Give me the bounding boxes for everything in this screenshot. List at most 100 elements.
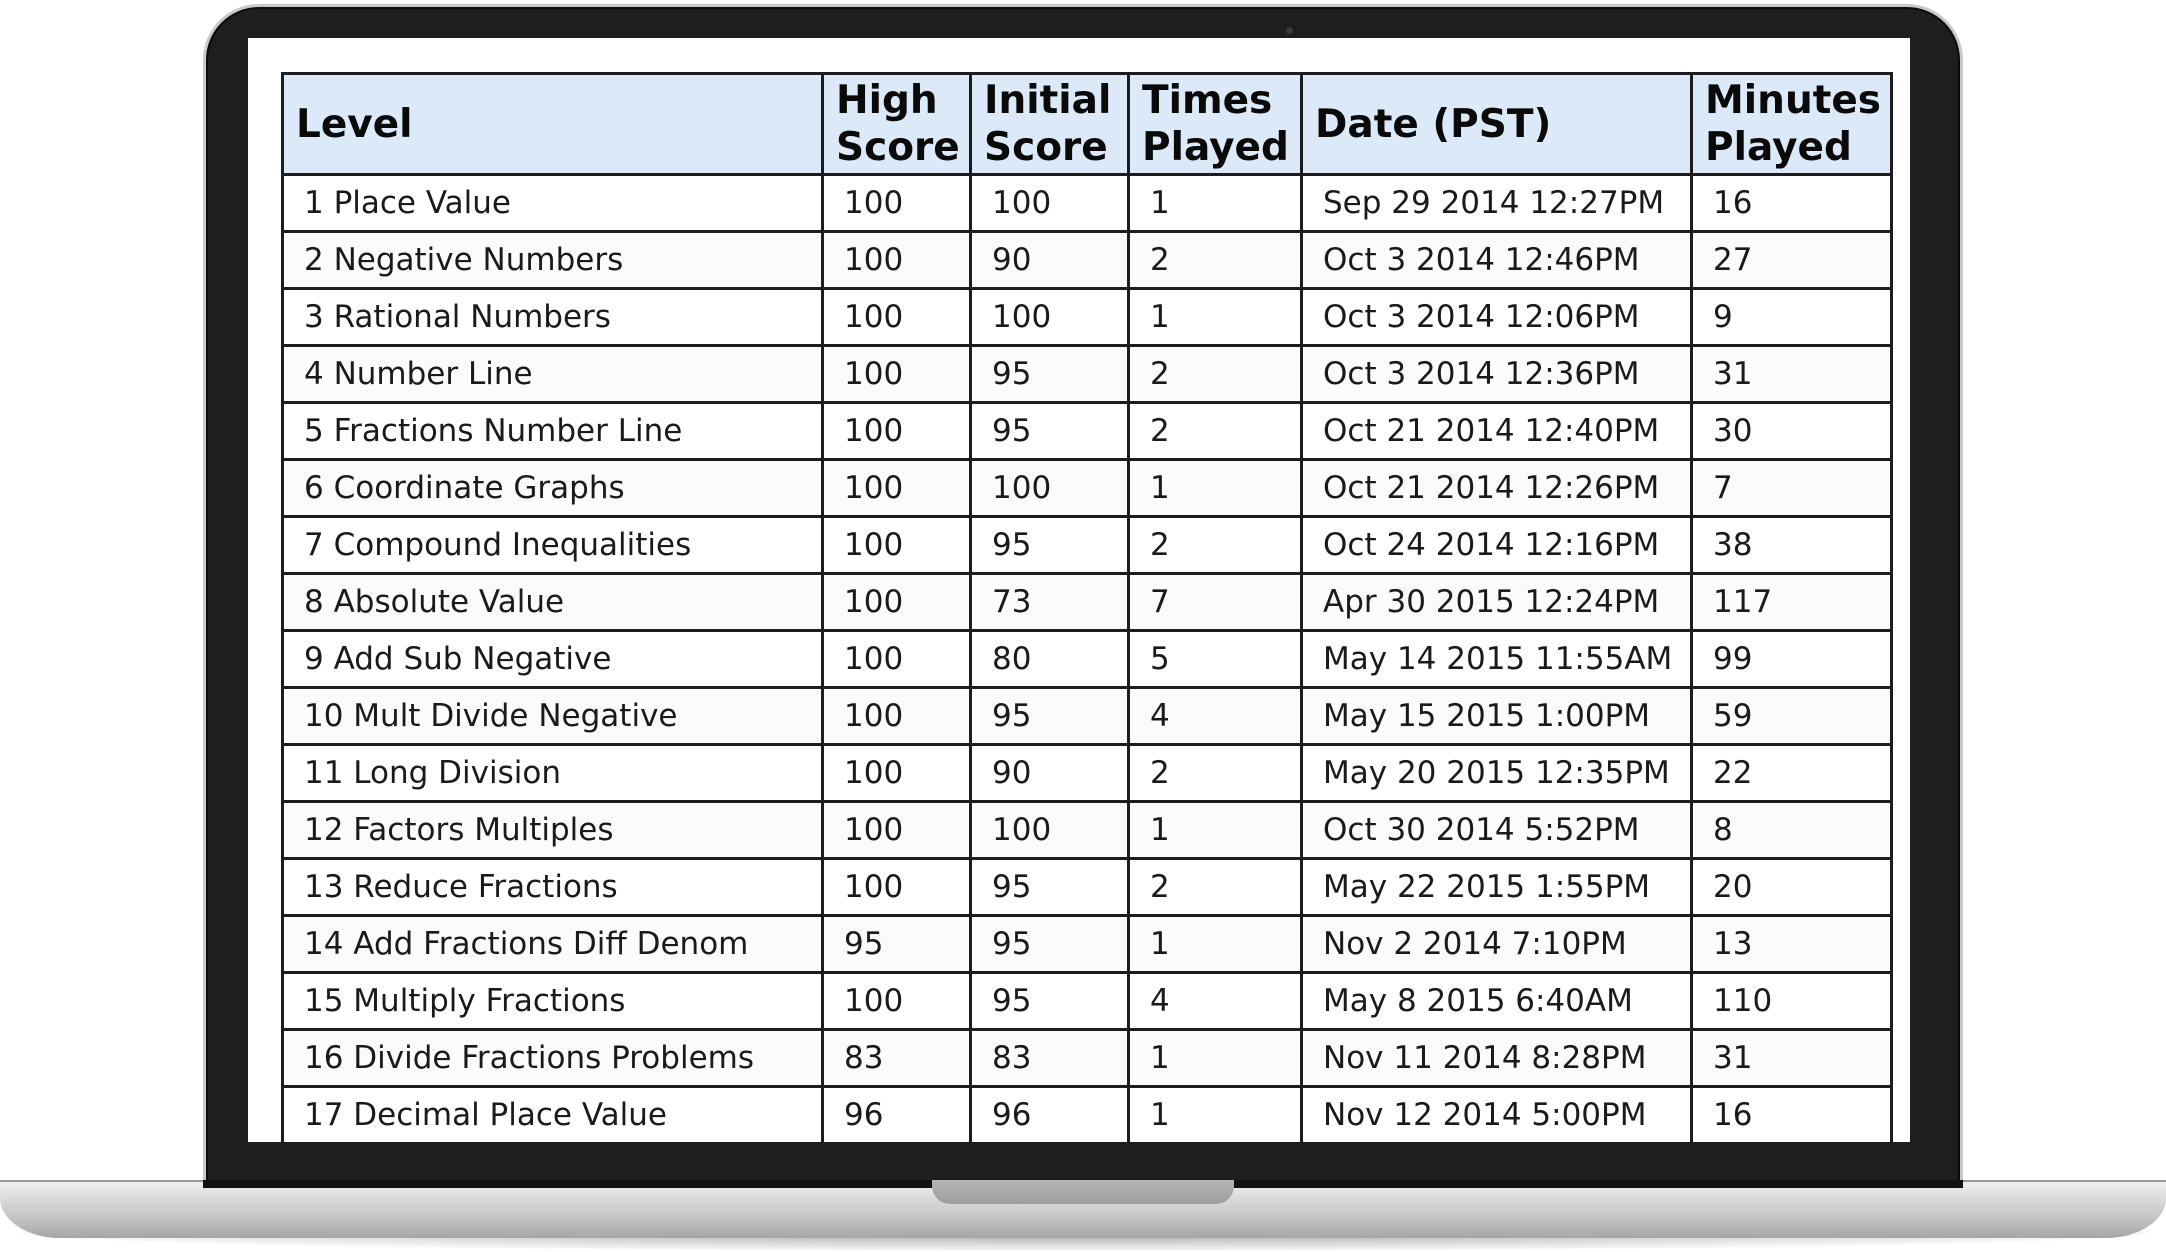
cell-date: Oct 21 2014 12:40PM — [1300, 401, 1693, 461]
cell-minutes-played: 16 — [1690, 173, 1893, 233]
cell-minutes-played: 16 — [1690, 1085, 1893, 1145]
cell-times-played: 2 — [1127, 344, 1303, 404]
laptop-notch — [932, 1180, 1234, 1204]
table-row: 4 Number Line 100 95 2 Oct 3 2014 12:36PM 31 — [281, 344, 1893, 404]
cell-level: 1 Place Value — [281, 173, 824, 233]
table-row: 8 Absolute Value 100 73 7 Apr 30 2015 12:24P… — [281, 572, 1893, 632]
cell-times-played: 1 — [1127, 914, 1303, 974]
cell-level: 8 Absolute Value — [281, 572, 824, 632]
cell-level: 2 Negative Numbers — [281, 230, 824, 290]
column-header-level[interactable]: Level — [281, 72, 824, 176]
cell-minutes-played: 13 — [1690, 914, 1893, 974]
cell-high-score: 100 — [821, 515, 972, 575]
cell-initial-score: 83 — [969, 1028, 1130, 1088]
table-row: 6 Coordinate Graphs 100 100 1 Oct 21 2014 12… — [281, 458, 1893, 518]
cell-initial-score: 100 — [969, 800, 1130, 860]
cell-high-score: 100 — [821, 857, 972, 917]
cell-minutes-played: 110 — [1690, 971, 1893, 1031]
table-row: 15 Multiply Fractions 100 95 4 May 8 2015 6:… — [281, 971, 1893, 1031]
cell-initial-score: 95 — [969, 344, 1130, 404]
table-row: 2 Negative Numbers 100 90 2 Oct 3 2014 12:46… — [281, 230, 1893, 290]
cell-times-played: 2 — [1127, 230, 1303, 290]
cell-level: 13 Reduce Fractions — [281, 857, 824, 917]
table-row: 9 Add Sub Negative 100 80 5 May 14 2015 11:5… — [281, 629, 1893, 689]
cell-high-score: 100 — [821, 344, 972, 404]
cell-level: 9 Add Sub Negative — [281, 629, 824, 689]
cell-minutes-played: 22 — [1690, 743, 1893, 803]
table-row: 7 Compound Inequalities 100 95 2 Oct 24 2014… — [281, 515, 1893, 575]
cell-minutes-played: 117 — [1690, 572, 1893, 632]
cell-high-score: 100 — [821, 971, 972, 1031]
cell-level: 16 Divide Fractions Problems — [281, 1028, 824, 1088]
column-header-minutes-played[interactable]: Minutes Played — [1690, 72, 1893, 176]
cell-high-score: 96 — [821, 1085, 972, 1145]
cell-times-played: 7 — [1127, 572, 1303, 632]
cell-level: 14 Add Fractions Diff Denom — [281, 914, 824, 974]
cell-initial-score: 73 — [969, 572, 1130, 632]
column-header-initial-score[interactable]: Initial Score — [969, 72, 1130, 176]
cell-level: 3 Rational Numbers — [281, 287, 824, 347]
cell-times-played: 4 — [1127, 971, 1303, 1031]
cell-high-score: 100 — [821, 173, 972, 233]
cell-level: 12 Factors Multiples — [281, 800, 824, 860]
cell-date: Oct 24 2014 12:16PM — [1300, 515, 1693, 575]
cell-minutes-played: 31 — [1690, 344, 1893, 404]
table-row: 13 Reduce Fractions 100 95 2 May 22 2015 1:5… — [281, 857, 1893, 917]
cell-times-played: 1 — [1127, 458, 1303, 518]
cell-minutes-played: 20 — [1690, 857, 1893, 917]
table-row: 10 Mult Divide Negative 100 95 4 May 15 2015… — [281, 686, 1893, 746]
cell-times-played: 2 — [1127, 401, 1303, 461]
column-header-date[interactable]: Date (PST) — [1300, 72, 1693, 176]
cell-high-score: 100 — [821, 572, 972, 632]
cell-high-score: 100 — [821, 629, 972, 689]
cell-initial-score: 95 — [969, 686, 1130, 746]
table-row: 17 Decimal Place Value 96 96 1 Nov 12 2014 5… — [281, 1085, 1893, 1145]
cell-date: Sep 29 2014 12:27PM — [1300, 173, 1693, 233]
cell-date: May 14 2015 11:55AM — [1300, 629, 1693, 689]
column-header-high-score[interactable]: High Score — [821, 72, 972, 176]
cell-date: Oct 3 2014 12:46PM — [1300, 230, 1693, 290]
scores-table: Level High Score Initial Score Times Pla… — [281, 72, 1893, 1145]
cell-times-played: 1 — [1127, 1085, 1303, 1145]
table-row: 11 Long Division 100 90 2 May 20 2015 12:35P… — [281, 743, 1893, 803]
cell-high-score: 100 — [821, 458, 972, 518]
table-row: 3 Rational Numbers 100 100 1 Oct 3 2014 12:0… — [281, 287, 1893, 347]
cell-high-score: 100 — [821, 287, 972, 347]
cell-level: 10 Mult Divide Negative — [281, 686, 824, 746]
cell-date: Oct 30 2014 5:52PM — [1300, 800, 1693, 860]
cell-initial-score: 100 — [969, 173, 1130, 233]
cell-date: Oct 3 2014 12:06PM — [1300, 287, 1693, 347]
cell-high-score: 100 — [821, 800, 972, 860]
cell-date: May 22 2015 1:55PM — [1300, 857, 1693, 917]
cell-date: Nov 11 2014 8:28PM — [1300, 1028, 1693, 1088]
cell-date: May 15 2015 1:00PM — [1300, 686, 1693, 746]
cell-high-score: 100 — [821, 230, 972, 290]
cell-initial-score: 90 — [969, 743, 1130, 803]
cell-high-score: 95 — [821, 914, 972, 974]
cell-times-played: 4 — [1127, 686, 1303, 746]
cell-minutes-played: 8 — [1690, 800, 1893, 860]
cell-level: 7 Compound Inequalities — [281, 515, 824, 575]
cell-date: May 8 2015 6:40AM — [1300, 971, 1693, 1031]
cell-times-played: 2 — [1127, 515, 1303, 575]
cell-times-played: 1 — [1127, 287, 1303, 347]
cell-high-score: 83 — [821, 1028, 972, 1088]
cell-initial-score: 95 — [969, 857, 1130, 917]
cell-minutes-played: 59 — [1690, 686, 1893, 746]
column-header-times-played[interactable]: Times Played — [1127, 72, 1303, 176]
table-row: 12 Factors Multiples 100 100 1 Oct 30 2014 5… — [281, 800, 1893, 860]
cell-times-played: 5 — [1127, 629, 1303, 689]
cell-initial-score: 95 — [969, 914, 1130, 974]
table-header-row: Level High Score Initial Score Times Pla… — [281, 72, 1893, 176]
cell-initial-score: 96 — [969, 1085, 1130, 1145]
cell-minutes-played: 99 — [1690, 629, 1893, 689]
table-body: 1 Place Value 100 100 1 Sep 29 2014 12:27PM 1… — [281, 173, 1893, 1145]
cell-initial-score: 100 — [969, 287, 1130, 347]
cell-times-played: 1 — [1127, 173, 1303, 233]
cell-initial-score: 95 — [969, 515, 1130, 575]
cell-initial-score: 100 — [969, 458, 1130, 518]
cell-minutes-played: 27 — [1690, 230, 1893, 290]
cell-high-score: 100 — [821, 686, 972, 746]
cell-date: Apr 30 2015 12:24PM — [1300, 572, 1693, 632]
laptop-mockup: Level High Score Initial Score Times Pla… — [0, 0, 2166, 1252]
